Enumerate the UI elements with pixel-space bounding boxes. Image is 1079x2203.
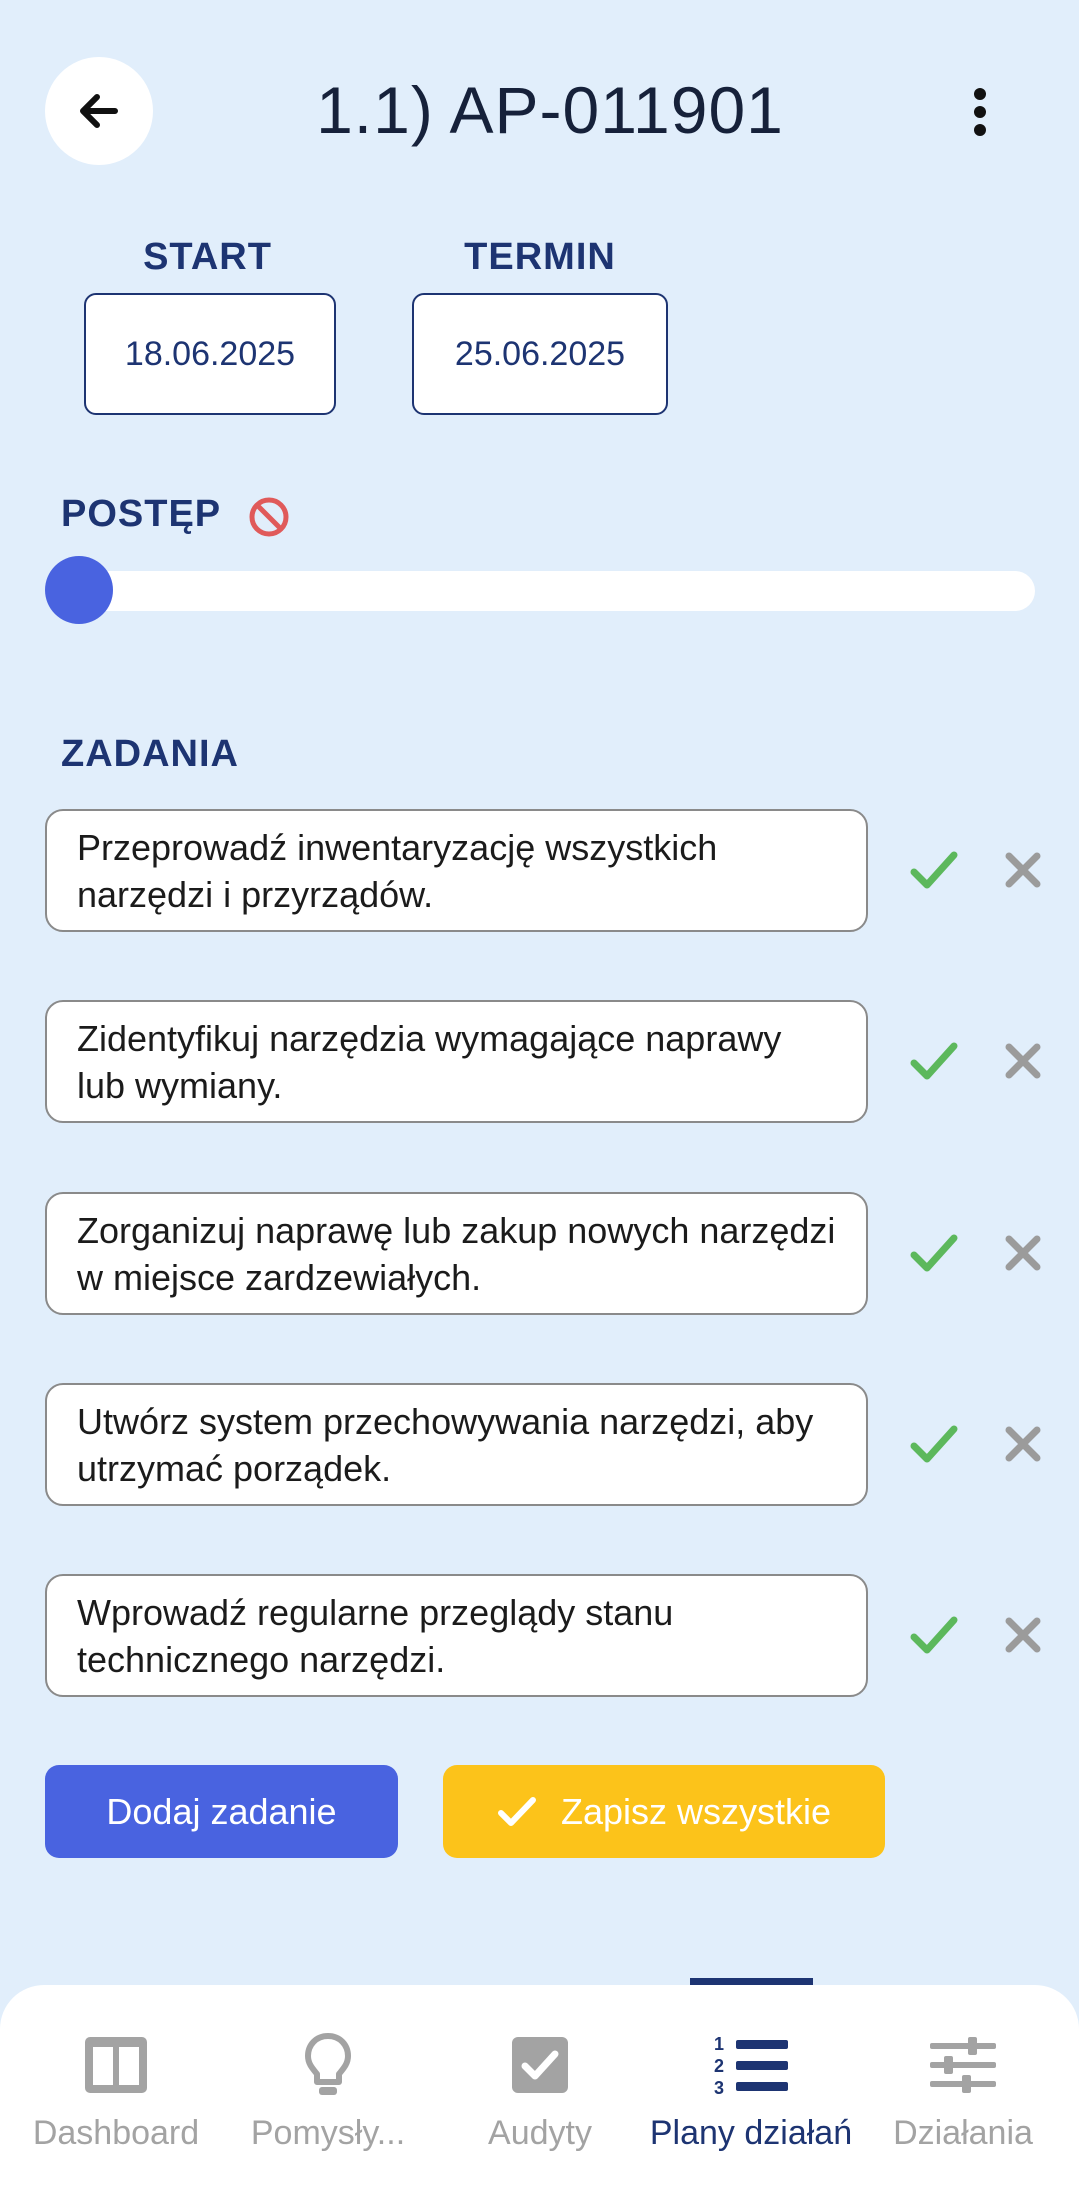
back-button[interactable] xyxy=(45,57,153,165)
nav-item-ideas[interactable]: Pomysły... xyxy=(220,2000,436,2200)
nav-label: Działania xyxy=(893,2114,1033,2152)
nav-item-audits[interactable]: Audyty xyxy=(432,2000,648,2200)
close-icon[interactable] xyxy=(1002,1232,1044,1274)
more-options-button[interactable] xyxy=(960,82,1000,142)
lightbulb-icon xyxy=(305,2033,351,2095)
task-row: Przeprowadź inwentaryzację wszystkich na… xyxy=(45,809,1045,932)
numbered-list-icon: 1 2 3 xyxy=(714,2034,788,2096)
check-icon[interactable] xyxy=(909,1612,959,1658)
svg-text:2: 2 xyxy=(714,2056,724,2076)
task-input[interactable]: Wprowadź regularne przeglądy stanu techn… xyxy=(45,1574,868,1697)
nav-label: Audyty xyxy=(488,2114,592,2152)
progress-slider[interactable] xyxy=(45,571,1035,611)
blocked-icon xyxy=(249,497,289,537)
close-icon[interactable] xyxy=(1002,1614,1044,1656)
page-title: 1.1) AP-011901 xyxy=(316,73,784,147)
task-row: Wprowadź regularne przeglądy stanu techn… xyxy=(45,1574,1045,1697)
more-vertical-icon xyxy=(974,88,986,136)
check-icon xyxy=(497,1796,536,1826)
progress-label: POSTĘP xyxy=(61,493,222,535)
nav-label: Dashboard xyxy=(32,2114,200,2152)
nav-label: Plany działań xyxy=(649,2114,853,2152)
check-icon[interactable] xyxy=(909,1421,959,1467)
check-icon[interactable] xyxy=(909,1230,959,1276)
task-input[interactable]: Utwórz system przechowywania narzędzi, a… xyxy=(45,1383,868,1506)
tasks-label: ZADANIA xyxy=(61,733,239,775)
save-all-button[interactable]: Zapisz wszystkie xyxy=(443,1765,885,1858)
close-icon[interactable] xyxy=(1002,849,1044,891)
check-icon[interactable] xyxy=(909,847,959,893)
arrow-left-icon xyxy=(80,94,118,128)
save-all-label: Zapisz wszystkie xyxy=(560,1790,832,1832)
close-icon[interactable] xyxy=(1002,1040,1044,1082)
task-row: Zorganizuj naprawę lub zakup nowych narz… xyxy=(45,1192,1045,1315)
nav-item-dashboard[interactable]: Dashboard xyxy=(8,2000,224,2200)
active-tab-indicator xyxy=(690,1978,813,1985)
progress-slider-thumb[interactable] xyxy=(45,556,113,624)
task-input[interactable]: Przeprowadź inwentaryzację wszystkich na… xyxy=(45,809,868,932)
task-row: Zidentyfikuj narzędzia wymagające napraw… xyxy=(45,1000,1045,1123)
svg-text:1: 1 xyxy=(714,2034,724,2054)
task-input[interactable]: Zorganizuj naprawę lub zakup nowych narz… xyxy=(45,1192,868,1315)
check-icon[interactable] xyxy=(909,1038,959,1084)
start-date-field[interactable]: 18.06.2025 xyxy=(84,293,336,415)
action-plan-screen: 1.1) AP-011901 START 18.06.2025 TERMIN 2… xyxy=(0,0,1079,2203)
add-task-button[interactable]: Dodaj zadanie xyxy=(45,1765,398,1858)
svg-text:3: 3 xyxy=(714,2078,724,2096)
nav-item-action-plans[interactable]: 1 2 3 Plany działań xyxy=(643,2000,859,2200)
close-icon[interactable] xyxy=(1002,1423,1044,1465)
task-row: Utwórz system przechowywania narzędzi, a… xyxy=(45,1383,1045,1506)
sliders-icon xyxy=(930,2037,996,2093)
start-date-label: START xyxy=(143,236,272,278)
nav-item-actions[interactable]: Działania xyxy=(855,2000,1071,2200)
deadline-date-field[interactable]: 25.06.2025 xyxy=(412,293,668,415)
task-input[interactable]: Zidentyfikuj narzędzia wymagające napraw… xyxy=(45,1000,868,1123)
dashboard-icon xyxy=(85,2037,147,2093)
nav-label: Pomysły... xyxy=(250,2114,406,2152)
checkbox-icon xyxy=(512,2037,568,2093)
deadline-label: TERMIN xyxy=(464,236,616,278)
